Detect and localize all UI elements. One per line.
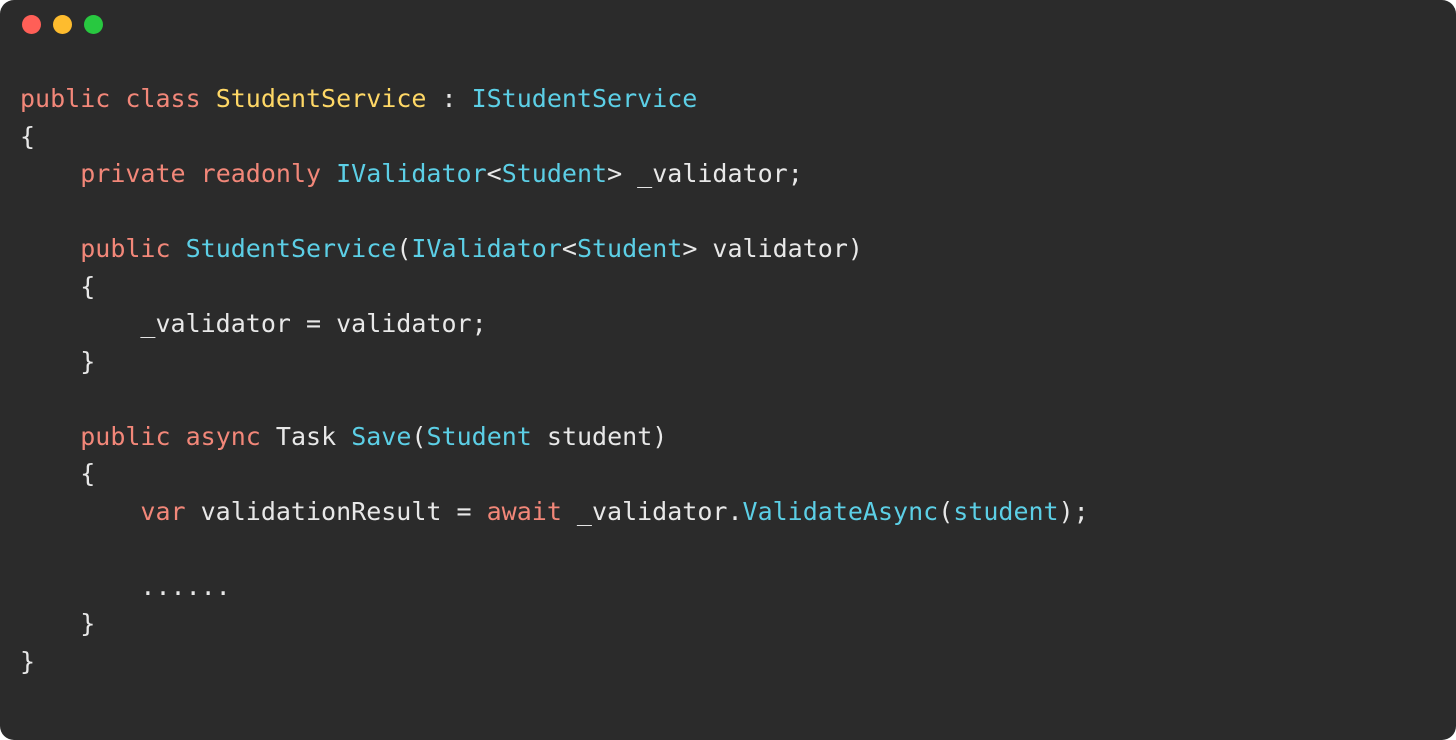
call-target: _validator	[562, 497, 728, 526]
open-brace: {	[80, 272, 95, 301]
paren-open: (	[411, 422, 426, 451]
argument: student	[953, 497, 1058, 526]
class-name: StudentService	[216, 84, 427, 113]
assign-rhs: validator	[336, 309, 471, 338]
angle-open: <	[487, 159, 502, 188]
keyword-async: async	[186, 422, 261, 451]
semicolon: ;	[1074, 497, 1089, 526]
minimize-icon[interactable]	[53, 15, 72, 34]
interface-name: IStudentService	[472, 84, 698, 113]
param-name: validator	[697, 234, 848, 263]
method-call: ValidateAsync	[743, 497, 939, 526]
keyword-var: var	[140, 497, 185, 526]
type-student: Student	[577, 234, 682, 263]
paren-open: (	[396, 234, 411, 263]
paren-close: )	[652, 422, 667, 451]
paren-open: (	[938, 497, 953, 526]
type-student: Student	[426, 422, 531, 451]
paren-close: )	[1059, 497, 1074, 526]
semicolon: ;	[472, 309, 487, 338]
constructor-name: StudentService	[186, 234, 397, 263]
angle-open: <	[562, 234, 577, 263]
close-icon[interactable]	[22, 15, 41, 34]
open-brace: {	[80, 459, 95, 488]
ellipsis: ......	[140, 572, 230, 601]
keyword-public: public	[80, 234, 170, 263]
paren-close: )	[848, 234, 863, 263]
angle-close: >	[607, 159, 622, 188]
type-ivalidator: IValidator	[336, 159, 487, 188]
local-var: validationResult	[186, 497, 442, 526]
zoom-icon[interactable]	[84, 15, 103, 34]
close-brace: }	[20, 647, 35, 676]
keyword-readonly: readonly	[201, 159, 321, 188]
field-name: _validator	[622, 159, 788, 188]
close-brace: }	[80, 347, 95, 376]
code-area: public class StudentService : IStudentSe…	[0, 48, 1456, 700]
type-task: Task	[276, 422, 336, 451]
keyword-class: class	[125, 84, 200, 113]
code-window: public class StudentService : IStudentSe…	[0, 0, 1456, 740]
equals: =	[291, 309, 336, 338]
dot: .	[727, 497, 742, 526]
type-student: Student	[502, 159, 607, 188]
code-content: public class StudentService : IStudentSe…	[20, 80, 1436, 680]
keyword-public: public	[20, 84, 110, 113]
semicolon: ;	[788, 159, 803, 188]
close-brace: }	[80, 609, 95, 638]
keyword-public: public	[80, 422, 170, 451]
angle-close: >	[682, 234, 697, 263]
keyword-await: await	[487, 497, 562, 526]
colon: :	[426, 84, 471, 113]
title-bar	[0, 0, 1456, 48]
keyword-private: private	[80, 159, 185, 188]
equals: =	[441, 497, 486, 526]
assign-lhs: _validator	[140, 309, 291, 338]
param-name: student	[532, 422, 652, 451]
type-ivalidator: IValidator	[411, 234, 562, 263]
open-brace: {	[20, 122, 35, 151]
method-name: Save	[351, 422, 411, 451]
